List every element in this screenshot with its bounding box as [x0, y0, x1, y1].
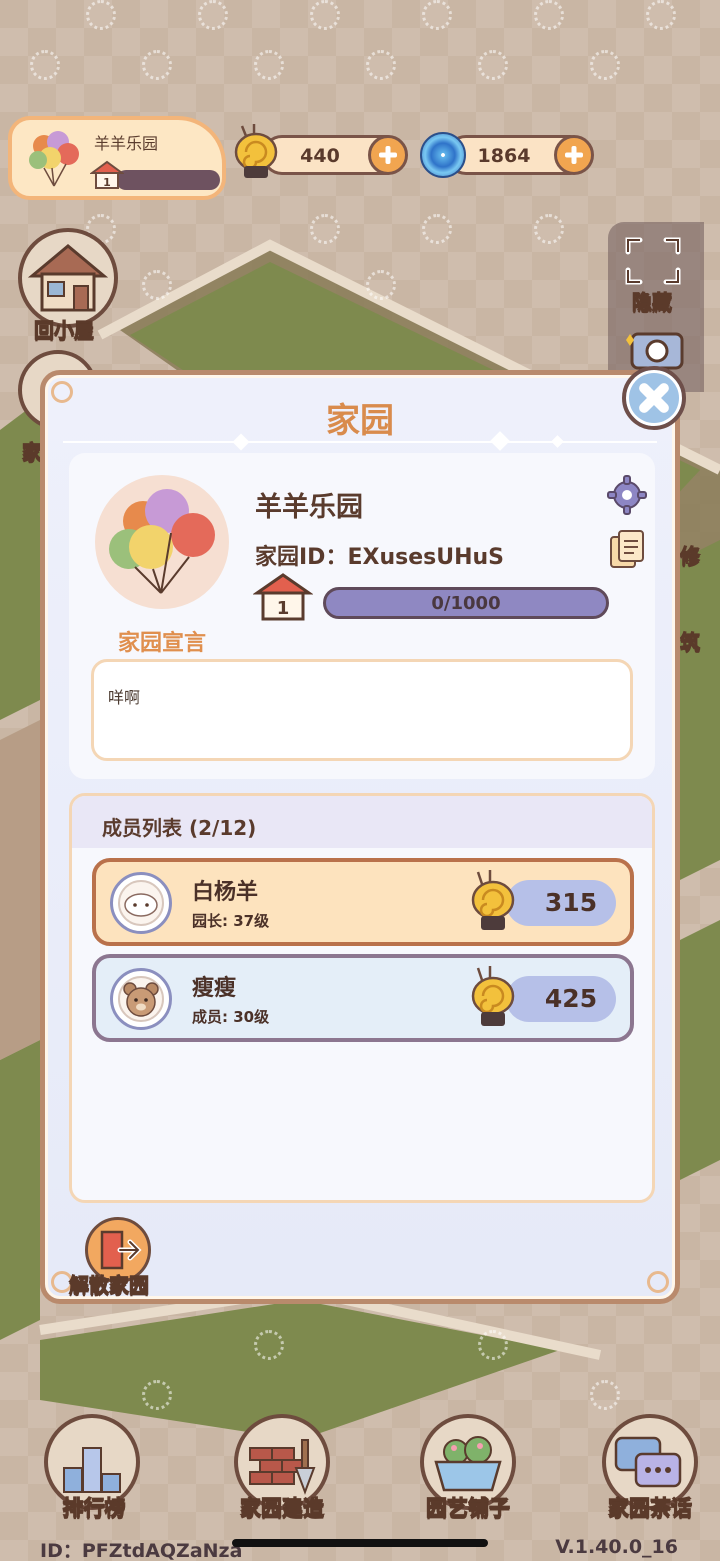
member-row[interactable]: 白杨羊 园长: 37级 315: [92, 858, 634, 946]
snail-coin-icon: [471, 870, 515, 930]
member-role: 园长: 37级: [192, 912, 270, 930]
garden-shop-label: 园艺铺子: [426, 1496, 511, 1521]
member-score: 425: [544, 984, 598, 1013]
garden-dialog: 家园 家园宣言 羊羊乐园 家园ID：EXusesUHuS 1 0/1000 咩啊…: [40, 370, 680, 1304]
garden-exp-text: 0/1000: [431, 593, 501, 614]
right-partial-label-2: 筑: [680, 630, 701, 655]
manifesto-label: 家园宣言: [117, 631, 206, 656]
garden-exp-bar: 0/1000: [323, 587, 609, 619]
manifesto-box[interactable]: 咩啊: [91, 659, 633, 761]
member-name: 瘦瘦: [192, 976, 237, 1001]
garden-name: 羊羊乐园: [255, 492, 363, 523]
gear-icon[interactable]: [607, 475, 647, 515]
snail-coin-icon: [471, 966, 515, 1026]
garden-badge[interactable]: 羊羊乐园 1: [8, 116, 226, 200]
garden-avatar[interactable]: [95, 475, 229, 609]
member-role: 成员: 30级: [192, 1008, 270, 1026]
member-score-bar: 425: [506, 976, 616, 1022]
hud-exp-bar: [116, 170, 220, 190]
tea-talk-label: 家园茶话: [608, 1496, 693, 1521]
ranking-label: 排行榜: [62, 1496, 126, 1521]
player-id: ID：PFZtdAQZaNza: [40, 1540, 243, 1561]
hide-ui-icon[interactable]: [624, 236, 682, 286]
right-partial-label-1: 修: [680, 544, 701, 569]
member-avatar: [110, 968, 172, 1030]
balloons-icon: [29, 131, 79, 187]
hud-garden-name: 羊羊乐园: [94, 134, 159, 153]
manifesto-text: 咩啊: [108, 688, 141, 707]
member-score: 315: [544, 888, 598, 917]
garden-level-number: 1: [277, 598, 290, 619]
member-row[interactable]: 瘦瘦 成员: 30级 425: [92, 954, 634, 1042]
members-header: 成员列表 (2/12): [72, 796, 652, 848]
disband-label[interactable]: 解散家园: [69, 1269, 150, 1298]
garden-level-icon: 1: [253, 573, 313, 621]
title-divider: [63, 441, 657, 443]
version-label: V.1.40.0_16: [555, 1536, 678, 1558]
member-score-bar: 315: [506, 880, 616, 926]
add-gems-button[interactable]: [554, 135, 594, 175]
members-card: 成员列表 (2/12) 白杨羊 园长: 37级 315 瘦瘦 成员: 30级 4…: [69, 793, 655, 1203]
close-button[interactable]: [622, 366, 686, 430]
balloons-icon: [109, 489, 215, 594]
garden-id: 家园ID：EXusesUHuS: [255, 545, 504, 570]
garden-info-card: 家园宣言 羊羊乐园 家园ID：EXusesUHuS 1 0/1000 咩啊: [69, 453, 655, 779]
side-partial-label: 家: [22, 440, 43, 465]
corner-ornament: [647, 1271, 669, 1293]
house-level-icon: 1: [90, 160, 124, 189]
member-name: 白杨羊: [192, 880, 259, 905]
back-home-button[interactable]: [18, 228, 118, 328]
hud-level-number: 1: [103, 176, 111, 189]
member-avatar: [110, 872, 172, 934]
dialog-title: 家园: [326, 401, 394, 441]
copy-icon[interactable]: [609, 529, 647, 569]
build-label: 家园建造: [240, 1496, 325, 1521]
members-title: 成员列表 (2/12): [102, 816, 257, 840]
bear-icon: [118, 976, 164, 1022]
swirl-gem-icon: [420, 132, 466, 178]
back-home-label: 回小屋: [34, 318, 95, 343]
sheep-icon: [118, 880, 164, 926]
snail-coin-icon: [234, 124, 278, 178]
hide-label[interactable]: 隐藏: [632, 286, 673, 315]
camera-icon[interactable]: [624, 326, 686, 370]
house-icon: [27, 244, 109, 312]
home-indicator[interactable]: [232, 1539, 488, 1547]
add-coins-button[interactable]: [368, 135, 408, 175]
